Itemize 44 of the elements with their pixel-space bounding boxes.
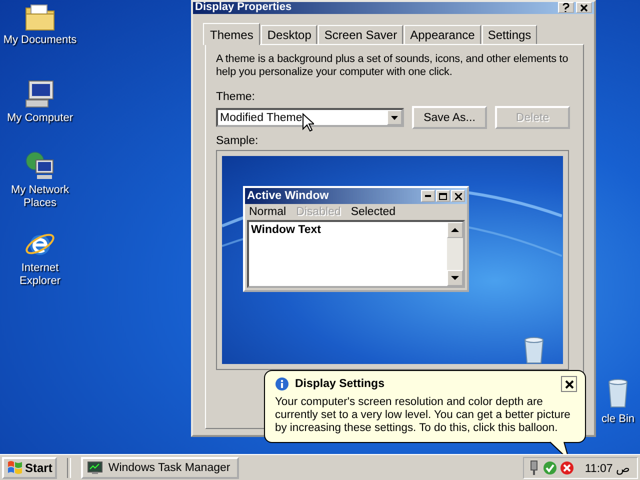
theme-dropdown[interactable]: Modified Theme (216, 108, 404, 127)
dialog-button[interactable]: Save As... (412, 106, 487, 129)
desktop-icon-label[interactable]: cle Bin (601, 413, 635, 425)
theme-label: Theme: (216, 91, 256, 103)
window-title: Display Properties (195, 2, 292, 13)
tab[interactable]: Settings (482, 25, 538, 44)
desktop-icon-label[interactable]: My Network Places (0, 184, 80, 210)
maximize-icon (439, 192, 447, 200)
network-computer-icon (24, 150, 56, 182)
error-x-icon[interactable] (560, 460, 574, 474)
close-icon (564, 380, 574, 388)
description-text: A theme is a background plus a set of sounds, icons, and other elements to help you personalize your computer with one click. (216, 53, 570, 79)
shield-check-icon[interactable] (542, 460, 557, 474)
mouse-cursor-icon (302, 113, 314, 132)
folder-icon (24, 2, 56, 32)
windows-flag-icon (7, 460, 23, 475)
tab[interactable]: Desktop (261, 25, 318, 44)
desktop-icon-label[interactable]: My Documents (3, 34, 77, 47)
info-icon (275, 377, 289, 391)
tab[interactable]: Screen Saver (318, 25, 404, 44)
balloon-title: Display Settings (295, 378, 386, 390)
notification-balloon[interactable]: Display Settings Your computer's screen resolution and color depth are currently set to a very low level. You can get a better picture by increasing these settings. To do this, click this balloon. (264, 370, 586, 443)
network-plug-icon[interactable] (528, 460, 540, 476)
balloon-message: Your computer's screen resolution and color depth are currently set to a very low level. You can get a better picture by increasing these settings. To do this, click this balloon. (275, 396, 572, 435)
monitor-icon (87, 460, 104, 474)
window-text: Window Text (250, 223, 322, 238)
recycle-bin-icon (606, 378, 630, 408)
tab[interactable]: Appearance (404, 25, 481, 44)
desktop-icon-label[interactable]: My Computer (6, 112, 74, 125)
desktop-icon-label[interactable]: Internet Explorer (0, 262, 80, 288)
computer-icon (24, 78, 56, 110)
tab[interactable]: Themes (203, 23, 260, 45)
taskbar-button[interactable]: Windows Task Manager (81, 456, 240, 478)
question-mark-icon (562, 3, 570, 12)
recycle-bin-icon (522, 336, 546, 364)
close-icon (580, 4, 588, 12)
clock[interactable]: 11:07 ص (584, 460, 631, 474)
close-button[interactable] (561, 376, 577, 392)
sample-window-title: Active Window (247, 190, 329, 202)
close-icon (454, 192, 462, 200)
help-button[interactable] (558, 2, 574, 13)
start-button[interactable]: Start (2, 456, 58, 478)
minimize-icon (425, 195, 431, 197)
sample-label: Sample: (216, 135, 260, 147)
